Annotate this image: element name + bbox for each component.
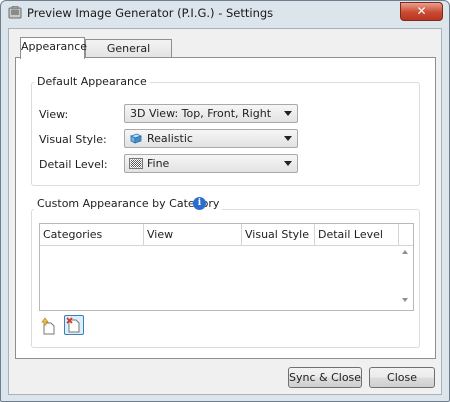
chevron-down-icon (284, 136, 292, 141)
category-table[interactable]: Categories View Visual Style Detail Leve… (39, 223, 414, 311)
fine-detail-icon (129, 158, 143, 169)
tab-appearance[interactable]: Appearance (20, 37, 88, 59)
visual-style-dropdown[interactable]: Realistic (124, 129, 298, 148)
remove-category-button[interactable] (64, 315, 84, 335)
pig-app-icon (8, 6, 22, 19)
info-icon[interactable]: i (193, 197, 206, 210)
view-label: View: (39, 108, 69, 121)
table-header: Categories View Visual Style Detail Leve… (40, 224, 413, 246)
column-detail-level-label: Detail Level (318, 228, 383, 241)
close-label: Close (387, 371, 417, 384)
column-header-detail-level[interactable]: Detail Level (315, 224, 399, 245)
close-icon: ✕ (416, 4, 427, 18)
table-scrollbar[interactable] (398, 246, 413, 310)
tab-general-settings[interactable]: General Settings (85, 39, 172, 73)
column-visual-style-label: Visual Style (245, 228, 309, 241)
detail-level-dropdown[interactable]: Fine (124, 154, 298, 173)
column-categories-label: Categories (43, 228, 103, 241)
sync-close-label: Sync & Close (289, 371, 362, 384)
column-header-categories[interactable]: Categories (40, 224, 144, 245)
remove-category-icon (66, 317, 80, 333)
add-category-icon (41, 317, 55, 335)
column-view-label: View (147, 228, 174, 241)
add-category-button[interactable] (39, 316, 59, 336)
detail-level-dropdown-value: Fine (147, 157, 170, 170)
default-appearance-title: Default Appearance (34, 75, 150, 88)
column-header-visual-style[interactable]: Visual Style (242, 224, 315, 245)
view-dropdown[interactable]: 3D View: Top, Front, Right (124, 104, 298, 123)
settings-window: Preview Image Generator (P.I.G.) - Setti… (0, 0, 450, 402)
cube-icon (129, 133, 143, 144)
scroll-down-icon[interactable] (402, 298, 408, 302)
tab-appearance-label: Appearance (21, 40, 88, 53)
visual-style-label: Visual Style: (39, 133, 107, 146)
close-button[interactable]: Close (369, 367, 435, 388)
column-header-view[interactable]: View (144, 224, 242, 245)
visual-style-dropdown-value: Realistic (147, 132, 193, 145)
window-title: Preview Image Generator (P.I.G.) - Setti… (27, 6, 274, 20)
chevron-down-icon (284, 111, 292, 116)
view-dropdown-value: 3D View: Top, Front, Right (130, 107, 272, 120)
sync-close-button[interactable]: Sync & Close (288, 367, 362, 388)
window-close-button[interactable]: ✕ (400, 2, 443, 21)
scroll-up-icon[interactable] (402, 250, 408, 254)
detail-level-label: Detail Level: (39, 158, 108, 171)
title-bar[interactable]: Preview Image Generator (P.I.G.) - Setti… (1, 1, 449, 25)
chevron-down-icon (284, 161, 292, 166)
